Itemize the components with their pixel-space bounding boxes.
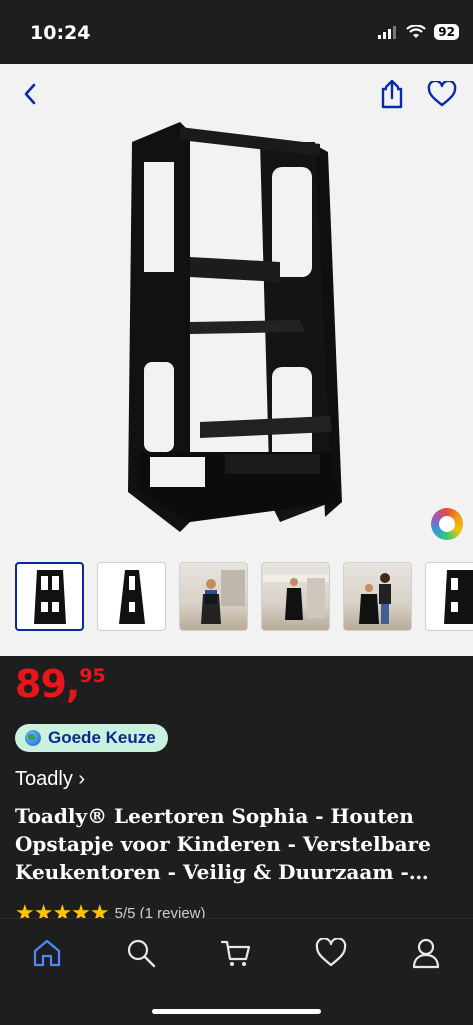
thumbnail-3[interactable] <box>179 562 248 631</box>
status-time: 10:24 <box>30 22 90 44</box>
search-icon <box>125 937 157 969</box>
thumbnail-image <box>263 564 329 630</box>
price-main: 89, <box>15 662 79 706</box>
account-icon <box>411 937 441 969</box>
product-title: Toadly® Leertoren Sophia - Houten Opstap… <box>15 802 460 886</box>
color-wheel-icon[interactable] <box>431 508 463 540</box>
thumbnail-image <box>117 568 147 626</box>
thumbnail-image <box>181 564 247 630</box>
brand-link[interactable]: Toadly › <box>15 768 85 791</box>
product-gallery <box>0 64 473 656</box>
share-icon <box>380 79 404 109</box>
nav-wishlist[interactable] <box>313 935 349 971</box>
status-icons: 92 <box>378 24 459 40</box>
thumbnail-image <box>442 568 473 626</box>
thumbnail-4[interactable] <box>261 562 330 631</box>
nav-home[interactable] <box>29 935 65 971</box>
battery-indicator: 92 <box>434 24 459 40</box>
favorite-button[interactable] <box>424 76 460 112</box>
share-button[interactable] <box>374 76 410 112</box>
thumbnail-1[interactable] <box>15 562 84 631</box>
nav-account[interactable] <box>408 935 444 971</box>
heart-icon <box>427 81 457 107</box>
thumbnail-image <box>32 568 68 626</box>
back-button[interactable] <box>12 76 48 112</box>
price-cents: 95 <box>79 665 105 687</box>
heart-icon <box>315 938 347 968</box>
thumbnail-strip[interactable] <box>15 562 473 631</box>
wifi-icon <box>406 25 426 39</box>
goede-keuze-badge: Goede Keuze <box>15 724 168 752</box>
nav-search[interactable] <box>123 935 159 971</box>
product-title-text: Toadly® Leertoren Sophia - Houten Opstap… <box>15 802 460 886</box>
home-indicator <box>152 1009 321 1014</box>
bottom-navigation <box>0 918 473 1025</box>
thumbnail-2[interactable] <box>97 562 166 631</box>
price: 89,95 <box>15 662 106 706</box>
cart-icon <box>220 937 252 969</box>
badge-label: Goede Keuze <box>48 728 156 748</box>
nav-cart[interactable] <box>218 935 254 971</box>
thumbnail-5[interactable] <box>343 562 412 631</box>
chevron-left-icon <box>22 82 38 106</box>
status-bar: 10:24 92 <box>0 0 473 64</box>
globe-icon <box>25 730 41 746</box>
thumbnail-image <box>345 564 411 630</box>
product-info: 89,95 Goede Keuze Toadly › Toadly® Leert… <box>0 656 473 920</box>
product-image <box>120 122 350 542</box>
home-icon <box>31 937 63 969</box>
thumbnail-6[interactable] <box>425 562 473 631</box>
signal-icon <box>378 25 398 39</box>
